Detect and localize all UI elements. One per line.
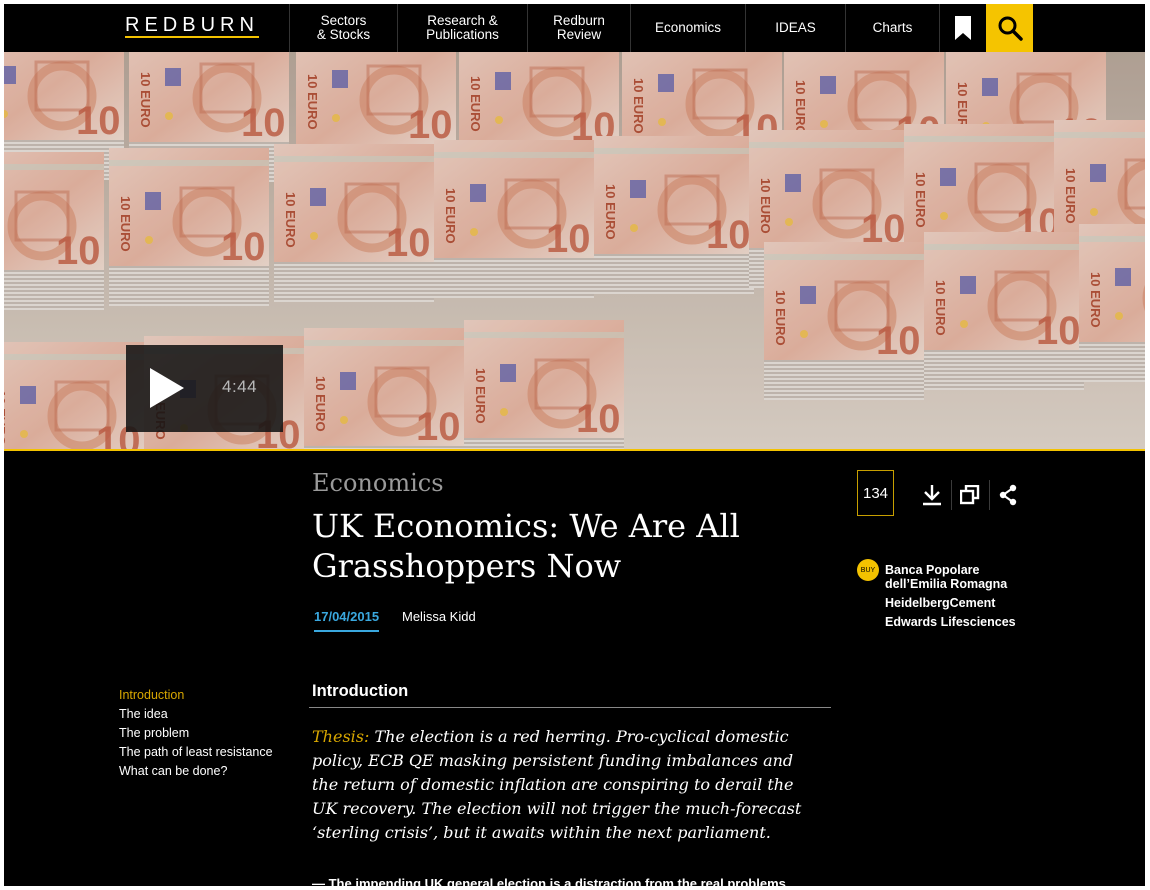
nav-item-ideas[interactable]: IDEAS (745, 4, 845, 52)
search-button[interactable] (986, 4, 1033, 52)
section-divider (309, 707, 831, 708)
toc-item-the-problem[interactable]: The problem (119, 724, 273, 743)
section-heading: Introduction (312, 682, 409, 700)
view-count-badge: 134 (857, 470, 894, 516)
search-icon (998, 16, 1023, 41)
thesis-label: Thesis: (312, 727, 370, 746)
article-category[interactable]: Economics (312, 469, 444, 497)
copy-icon (960, 485, 980, 505)
buy-rating-badge: BUY (857, 559, 879, 581)
top-navigation: REDBURN Sectors & Stocks Research & Publ… (4, 4, 1145, 52)
nav-item-redburn-review[interactable]: Redburn Review (527, 4, 630, 52)
company-link[interactable]: Edwards Lifesciences (885, 615, 1016, 629)
download-icon (923, 485, 941, 506)
nav-item-economics[interactable]: Economics (630, 4, 745, 52)
toc-item-what-can-be-done[interactable]: What can be done? (119, 762, 273, 781)
page-frame: REDBURN Sectors & Stocks Research & Publ… (4, 4, 1145, 886)
tool-separator (989, 480, 990, 510)
toc-item-introduction[interactable]: Introduction (119, 686, 273, 705)
hero-divider (4, 449, 1145, 451)
redburn-logo[interactable]: REDBURN (125, 15, 259, 38)
body-bullet: — The impending UK general election is a… (312, 876, 786, 886)
nav-item-research-publications[interactable]: Research & Publications (397, 4, 527, 52)
company-link[interactable]: Banca Popolare dell’Emilia Romagna (885, 563, 1007, 591)
download-button[interactable] (919, 482, 945, 508)
bookmark-icon (955, 16, 971, 40)
nav-menu: Sectors & Stocks Research & Publications… (289, 4, 939, 52)
share-button[interactable] (995, 482, 1021, 508)
table-of-contents: Introduction The idea The problem The pa… (119, 686, 273, 781)
article-date: 17/04/2015 (314, 609, 380, 632)
thesis-paragraph: Thesis: The election is a red herring. P… (312, 725, 817, 845)
toc-item-the-idea[interactable]: The idea (119, 705, 273, 724)
article-author[interactable]: Melissa Kidd (402, 609, 476, 624)
copy-button[interactable] (957, 482, 983, 508)
video-play-button[interactable]: 4:44 (126, 345, 283, 432)
play-icon (150, 368, 184, 408)
company-link[interactable]: HeidelbergCement (885, 596, 995, 610)
share-icon (999, 484, 1017, 506)
tool-separator (951, 480, 952, 510)
video-duration: 4:44 (222, 377, 258, 396)
bookmark-button[interactable] (939, 4, 986, 52)
nav-item-sectors-stocks[interactable]: Sectors & Stocks (289, 4, 397, 52)
toc-item-path-of-least-resistance[interactable]: The path of least resistance (119, 743, 273, 762)
thesis-text: The election is a red herring. Pro-cycli… (312, 727, 802, 842)
article-title: UK Economics: We Are All Grasshoppers No… (312, 507, 740, 585)
nav-item-charts[interactable]: Charts (845, 4, 939, 52)
